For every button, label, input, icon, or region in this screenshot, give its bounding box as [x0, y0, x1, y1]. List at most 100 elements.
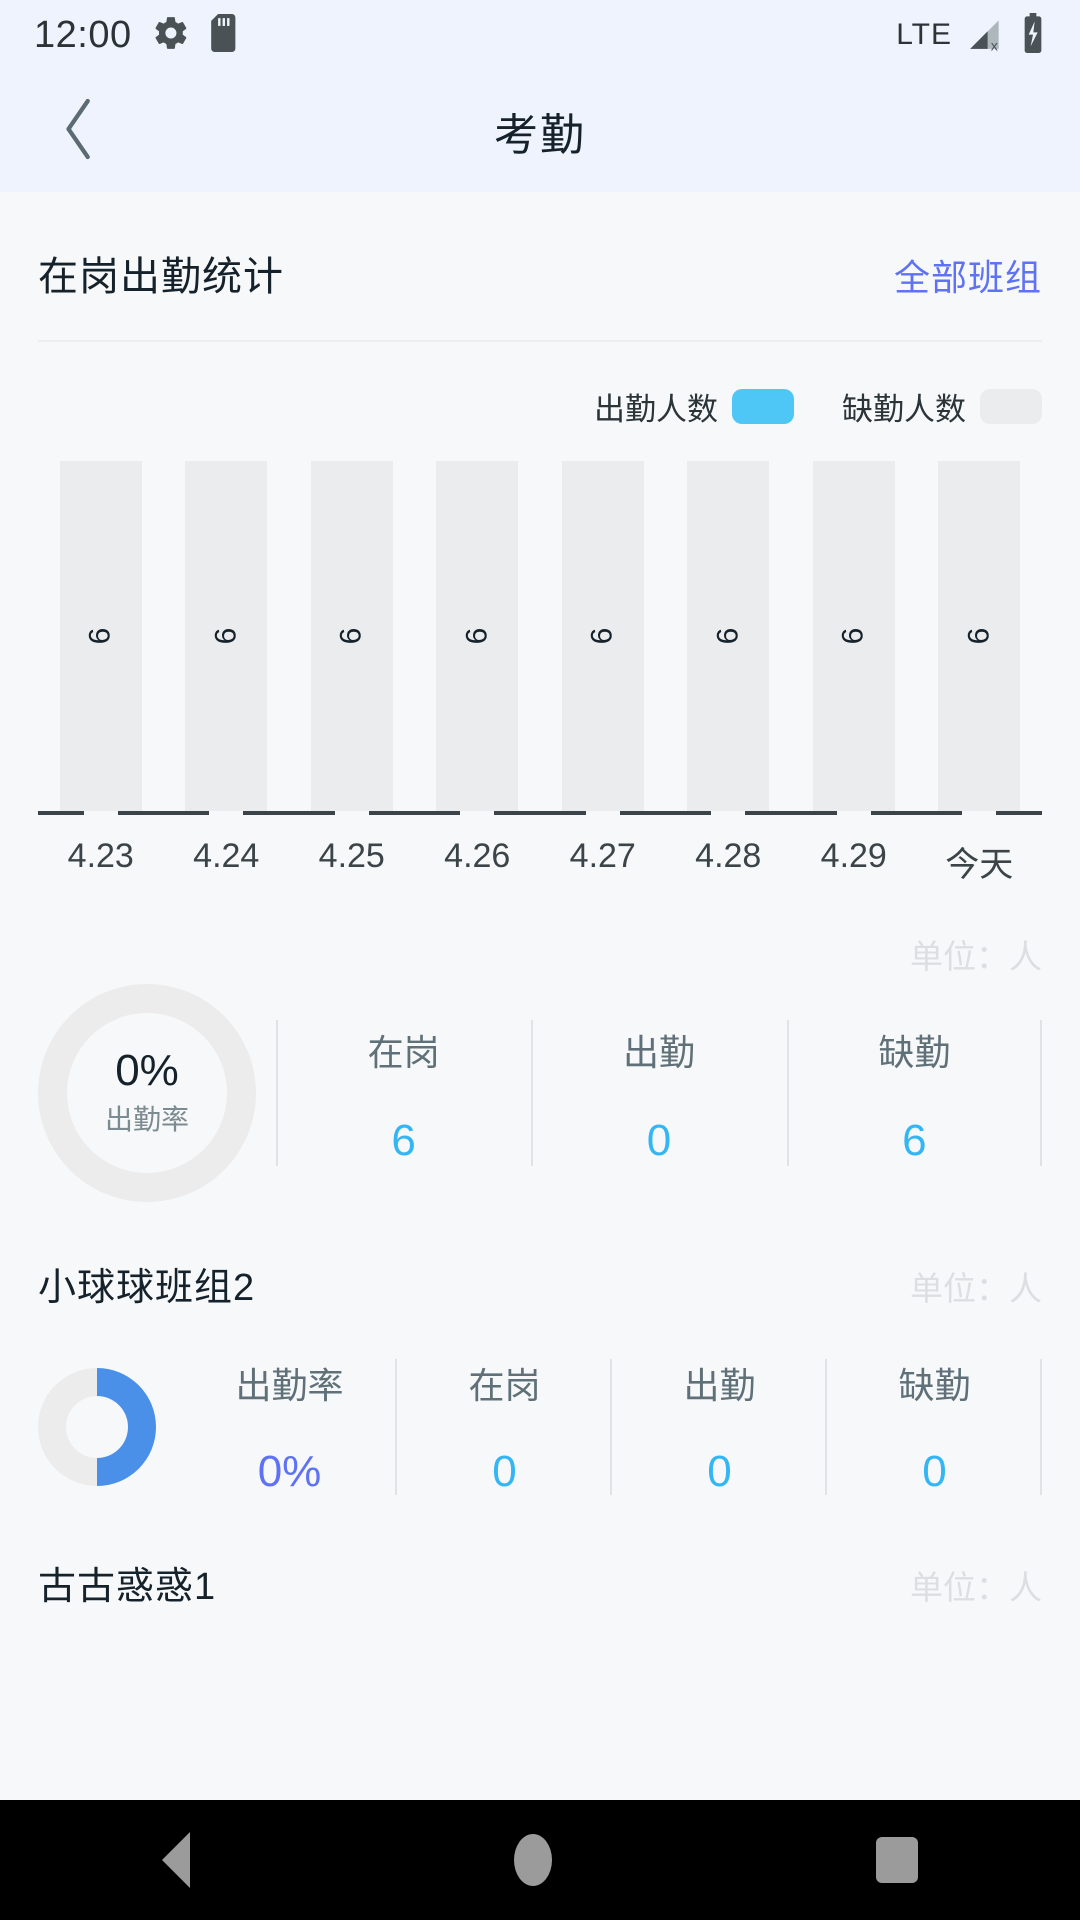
chart-bar[interactable]: 6 — [310, 461, 393, 811]
group-header: 小球球班组2 单位：人 — [38, 1202, 1042, 1311]
group-stat-label: 出勤 — [683, 1365, 756, 1406]
chart-x-tick — [209, 811, 244, 815]
chart-legend: 出勤人数 缺勤人数 — [0, 342, 1080, 429]
overall-summary-row: 0% 出勤率 在岗 6 出勤 0 缺勤 6 — [0, 978, 1080, 1202]
group-stat-columns: 出勤率 0% 在岗 0 出勤 0 缺勤 0 — [182, 1353, 1042, 1501]
chart-bar-slot[interactable]: 6 — [415, 461, 541, 811]
attendance-rate-value: 0% — [115, 1045, 179, 1095]
signal-no-service-icon: x — [966, 14, 1006, 57]
chart-bar-value: 6 — [585, 627, 619, 645]
legend-label-absent: 缺勤人数 — [842, 392, 966, 427]
group-list: 小球球班组2 单位：人 出勤率 0% 在岗 0 出勤 0 缺勤 0 古古惑惑1 单位：人 — [0, 1202, 1080, 1610]
chart-x-tick — [334, 811, 369, 815]
chart-x-tick-slot — [415, 811, 541, 815]
chart-x-tick — [83, 811, 118, 815]
group-stat-label: 缺勤 — [898, 1365, 971, 1406]
overall-stat-2: 出勤 0 — [531, 1010, 786, 1176]
nav-home-icon[interactable] — [514, 1834, 552, 1886]
chart-bar[interactable]: 6 — [185, 461, 268, 811]
group-stat-value: 0% — [257, 1447, 322, 1496]
group-name: 古古惑惑1 — [38, 1566, 217, 1608]
summary-unit-label: 单位：人 — [910, 938, 1042, 975]
battery-charging-icon — [1020, 12, 1046, 58]
chart-bar[interactable]: 6 — [436, 461, 519, 811]
chart-bar-slot[interactable]: 6 — [917, 461, 1043, 811]
chart-x-label: 4.27 — [569, 837, 636, 875]
attendance-rate-donut-center: 0% 出勤率 — [67, 1013, 227, 1173]
chart-x-tick-slot — [540, 811, 666, 815]
group-stat: 缺勤 0 — [827, 1353, 1042, 1501]
phone-screen: 12:00 LTE x 考勤 在岗出勤统计 全部班组 出勤人数 缺勤人数 6 6… — [0, 0, 1080, 1920]
overall-stat-3: 缺勤 6 — [786, 1010, 1043, 1176]
chart-x-tick-slot — [164, 811, 290, 815]
legend-item-absent: 缺勤人数 — [842, 384, 1042, 429]
group-stat: 出勤率 0% — [182, 1353, 397, 1501]
overall-stat-1: 在岗 6 — [276, 1010, 531, 1176]
chart-x-label: 4.26 — [444, 837, 511, 875]
chart-x-tick-slot — [289, 811, 415, 815]
status-bar-clock: 12:00 — [34, 13, 132, 56]
chart-bar-slot[interactable]: 6 — [666, 461, 792, 811]
nav-recents-icon[interactable] — [876, 1837, 918, 1883]
section-title: 在岗出勤统计 — [38, 255, 284, 299]
overall-stat-value: 6 — [391, 1116, 416, 1165]
group-name: 小球球班组2 — [38, 1267, 256, 1309]
legend-label-present: 出勤人数 — [594, 392, 718, 427]
group-card[interactable]: 小球球班组2 单位：人 出勤率 0% 在岗 0 出勤 0 缺勤 0 — [0, 1202, 1080, 1501]
chart-bar-slot[interactable]: 6 — [38, 461, 164, 811]
chart-x-tick-slot — [791, 811, 917, 815]
group-unit-label: 单位：人 — [910, 1270, 1042, 1307]
overall-stat-label: 在岗 — [367, 1032, 440, 1073]
chart-x-label: 4.24 — [193, 837, 260, 875]
chart-x-ticks — [38, 811, 1042, 815]
overall-stat-columns: 在岗 6 出勤 0 缺勤 6 — [276, 1010, 1043, 1176]
overall-stat-label: 出勤 — [622, 1032, 695, 1073]
status-bar-right: LTE x — [896, 12, 1046, 58]
chart-x-tick-slot — [666, 811, 792, 815]
chart-bar[interactable]: 6 — [59, 461, 142, 811]
overall-stat-value: 6 — [902, 1116, 927, 1165]
chart-x-tick-slot — [917, 811, 1043, 815]
attendance-rate-donut: 0% 出勤率 — [38, 984, 256, 1202]
chart-bar-slot[interactable]: 6 — [289, 461, 415, 811]
group-stat: 出勤 0 — [612, 1353, 827, 1501]
group-stats-row: 出勤率 0% 在岗 0 出勤 0 缺勤 0 — [38, 1311, 1042, 1501]
section-header: 在岗出勤统计 全部班组 — [0, 192, 1080, 302]
group-stat-value: 0 — [707, 1447, 732, 1496]
chart-bar-slot[interactable]: 6 — [791, 461, 917, 811]
chart-x-tick — [836, 811, 871, 815]
chart-bar-slot[interactable]: 6 — [540, 461, 666, 811]
chart-bar-value: 6 — [209, 627, 243, 645]
back-button[interactable] — [44, 96, 114, 166]
chart-x-tick — [585, 811, 620, 815]
chart-bar-value: 6 — [711, 627, 745, 645]
group-header: 古古惑惑1 单位：人 — [38, 1501, 1042, 1610]
chart-bar-value: 6 — [962, 627, 996, 645]
group-rate-donut-hole — [66, 1396, 128, 1458]
group-card[interactable]: 古古惑惑1 单位：人 — [0, 1501, 1080, 1610]
chart-bar-slot[interactable]: 6 — [164, 461, 290, 811]
legend-item-present: 出勤人数 — [594, 384, 794, 429]
content-scroll-area[interactable]: 在岗出勤统计 全部班组 出勤人数 缺勤人数 66666666 4.23 4.24 4… — [0, 192, 1080, 1920]
chart-x-tick — [962, 811, 997, 815]
network-type-label: LTE — [896, 18, 952, 51]
attendance-rate-caption: 出勤率 — [104, 1104, 189, 1136]
all-teams-link[interactable]: 全部班组 — [894, 249, 1042, 301]
chart-bar[interactable]: 6 — [687, 461, 770, 811]
nav-back-icon[interactable] — [162, 1832, 190, 1888]
svg-text:x: x — [991, 38, 998, 52]
overall-stat-value: 0 — [646, 1116, 672, 1165]
overall-stat-label: 缺勤 — [878, 1032, 951, 1073]
attendance-bar-chart[interactable]: 6 6 6 6 6 6 6 6 — [38, 461, 1042, 811]
group-stat-value: 0 — [922, 1447, 947, 1496]
gear-icon — [152, 14, 190, 57]
group-rate-donut — [38, 1368, 156, 1486]
chart-bar[interactable]: 6 — [812, 461, 895, 811]
title-bar: 考勤 — [0, 70, 1080, 192]
chart-bar[interactable]: 6 — [938, 461, 1021, 811]
chart-bar-value: 6 — [83, 627, 117, 645]
chart-bar[interactable]: 6 — [561, 461, 644, 811]
chart-x-label: 4.25 — [318, 837, 385, 875]
chart-x-tick-slot — [38, 811, 164, 815]
chart-bar-value: 6 — [460, 627, 494, 645]
